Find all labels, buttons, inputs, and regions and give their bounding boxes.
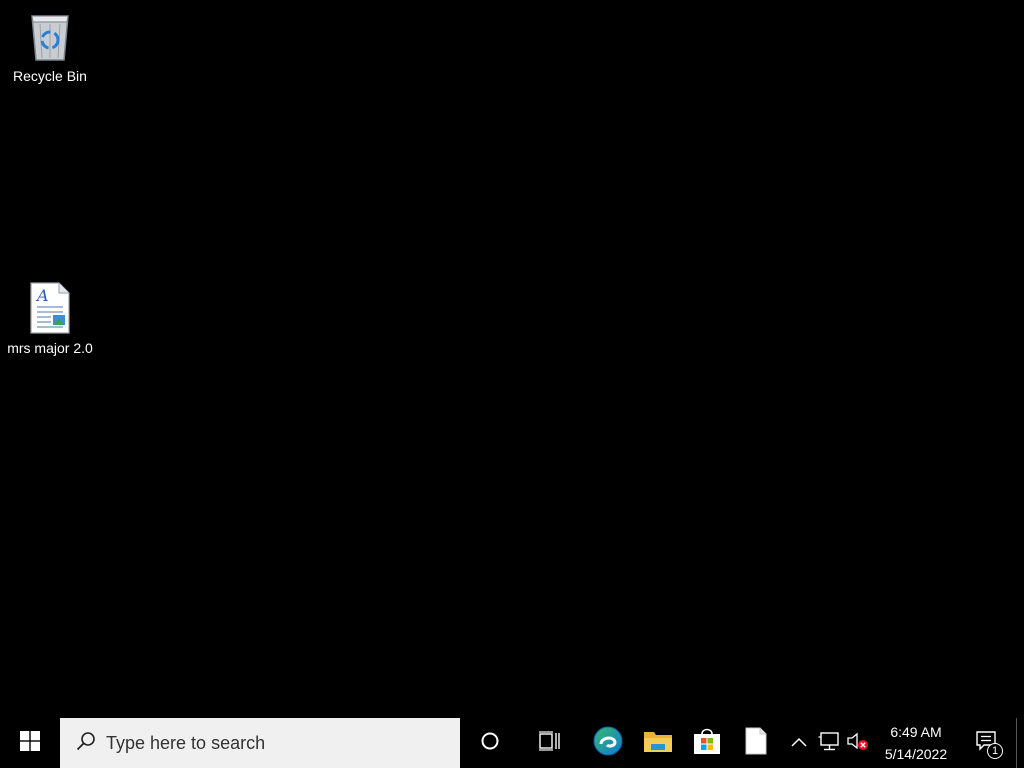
clock-date: 5/14/2022 (884, 746, 948, 762)
clock-time: 6:49 AM (890, 724, 942, 740)
desktop-icon-recycle-bin[interactable]: Recycle Bin (0, 8, 100, 84)
network-tray-button[interactable] (814, 718, 844, 768)
taskbar-search-box[interactable]: Type here to search (60, 718, 460, 768)
svg-text:A: A (35, 286, 49, 305)
file-explorer-taskbar-button[interactable] (635, 718, 681, 768)
notepad-icon (744, 727, 768, 760)
network-icon (818, 731, 840, 756)
desktop-icon-label: mrs major 2.0 (7, 340, 93, 356)
show-hidden-icons-button[interactable] (786, 718, 812, 768)
document-icon: A (26, 280, 74, 336)
desktop-icon-mrs-major[interactable]: A mrs major 2.0 (0, 280, 100, 356)
file-explorer-icon (643, 728, 673, 759)
search-icon (76, 731, 96, 756)
task-view-button[interactable] (527, 718, 573, 768)
notepad-taskbar-button[interactable] (733, 718, 779, 768)
store-icon (692, 726, 722, 761)
action-center-button[interactable]: 1 (966, 718, 1006, 768)
taskbar: Type here to search 6:49 AM 5/14/2022 1 (0, 718, 1024, 768)
search-placeholder: Type here to search (106, 732, 266, 753)
start-button[interactable] (0, 718, 60, 768)
recycle-bin-icon (26, 8, 74, 64)
desktop-icon-label: Recycle Bin (13, 68, 87, 84)
desktop[interactable]: Recycle Bin A mrs major 2.0 (0, 0, 1024, 718)
volume-muted-icon (846, 731, 870, 756)
show-desktop-button[interactable] (1016, 718, 1024, 768)
volume-tray-button[interactable] (844, 718, 872, 768)
edge-icon (592, 725, 624, 762)
notification-count-badge: 1 (987, 743, 1003, 759)
store-taskbar-button[interactable] (684, 718, 730, 768)
cortana-button[interactable] (467, 718, 513, 768)
windows-logo-icon (20, 730, 40, 756)
chevron-up-icon (791, 734, 807, 752)
edge-taskbar-button[interactable] (585, 718, 631, 768)
task-view-icon (538, 730, 562, 756)
cortana-icon (480, 731, 500, 756)
taskbar-clock[interactable]: 6:49 AM 5/14/2022 (876, 718, 956, 768)
